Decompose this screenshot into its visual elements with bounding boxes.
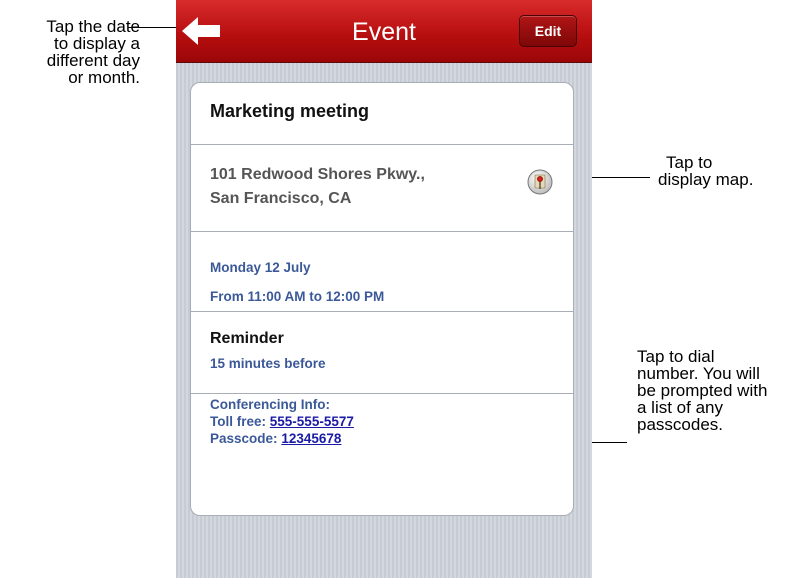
callout-text: or month. <box>68 68 140 87</box>
edit-button[interactable]: Edit <box>519 15 577 47</box>
callout-text: to display a <box>54 34 140 53</box>
event-date[interactable]: Monday 12 July <box>210 253 384 282</box>
callout-text: display map. <box>658 170 754 189</box>
callout-text: different day <box>46 51 140 70</box>
passcode-line: Passcode: 12345678 <box>210 430 354 447</box>
conferencing-info: Conferencing Info: Toll free: 555-555-55… <box>210 396 354 447</box>
date-callout: Tap the date to display a different day … <box>0 18 140 86</box>
callout-text: passcodes. <box>637 415 723 434</box>
callout-text: be prompted with <box>637 381 768 400</box>
conferencing-label: Conferencing Info: <box>210 397 330 412</box>
dial-callout: Tap to dial number. You will be prompted… <box>637 348 807 433</box>
reminder-value: 15 minutes before <box>210 356 326 371</box>
toll-free-number-link[interactable]: 555-555-5577 <box>270 414 354 429</box>
map-pin-icon <box>527 169 553 195</box>
navigation-bar: Event Edit <box>176 0 592 63</box>
address-line: San Francisco, CA <box>210 190 352 207</box>
map-callout: Tap to display map. <box>658 154 798 188</box>
toll-free-line: Toll free: 555-555-5577 <box>210 413 354 430</box>
reminder-label: Reminder <box>210 330 284 347</box>
callout-text: Tap to <box>666 153 713 172</box>
event-address: 101 Redwood Shores Pkwy., San Francisco,… <box>210 163 425 211</box>
event-reminder-row[interactable] <box>191 312 573 394</box>
event-time[interactable]: From 11:00 AM to 12:00 PM <box>210 282 384 311</box>
event-title: Marketing meeting <box>210 101 370 121</box>
callout-text: Tap the date <box>46 17 140 36</box>
callout-text: a list of any <box>637 398 723 417</box>
event-details-card: Marketing meeting 101 Redwood Shores Pkw… <box>190 82 574 516</box>
passcode-label: Passcode: <box>210 431 278 446</box>
callout-text: number. You will <box>637 364 760 383</box>
phone-screen: Event Edit Marketing meeting 101 Redwood… <box>176 0 592 578</box>
callout-text: Tap to dial <box>637 347 715 366</box>
passcode-link[interactable]: 12345678 <box>281 431 341 446</box>
map-button[interactable] <box>527 169 553 195</box>
address-line: 101 Redwood Shores Pkwy., <box>210 166 425 183</box>
event-date-time[interactable]: Monday 12 July From 11:00 AM to 12:00 PM <box>210 253 384 311</box>
toll-free-label: Toll free: <box>210 414 267 429</box>
